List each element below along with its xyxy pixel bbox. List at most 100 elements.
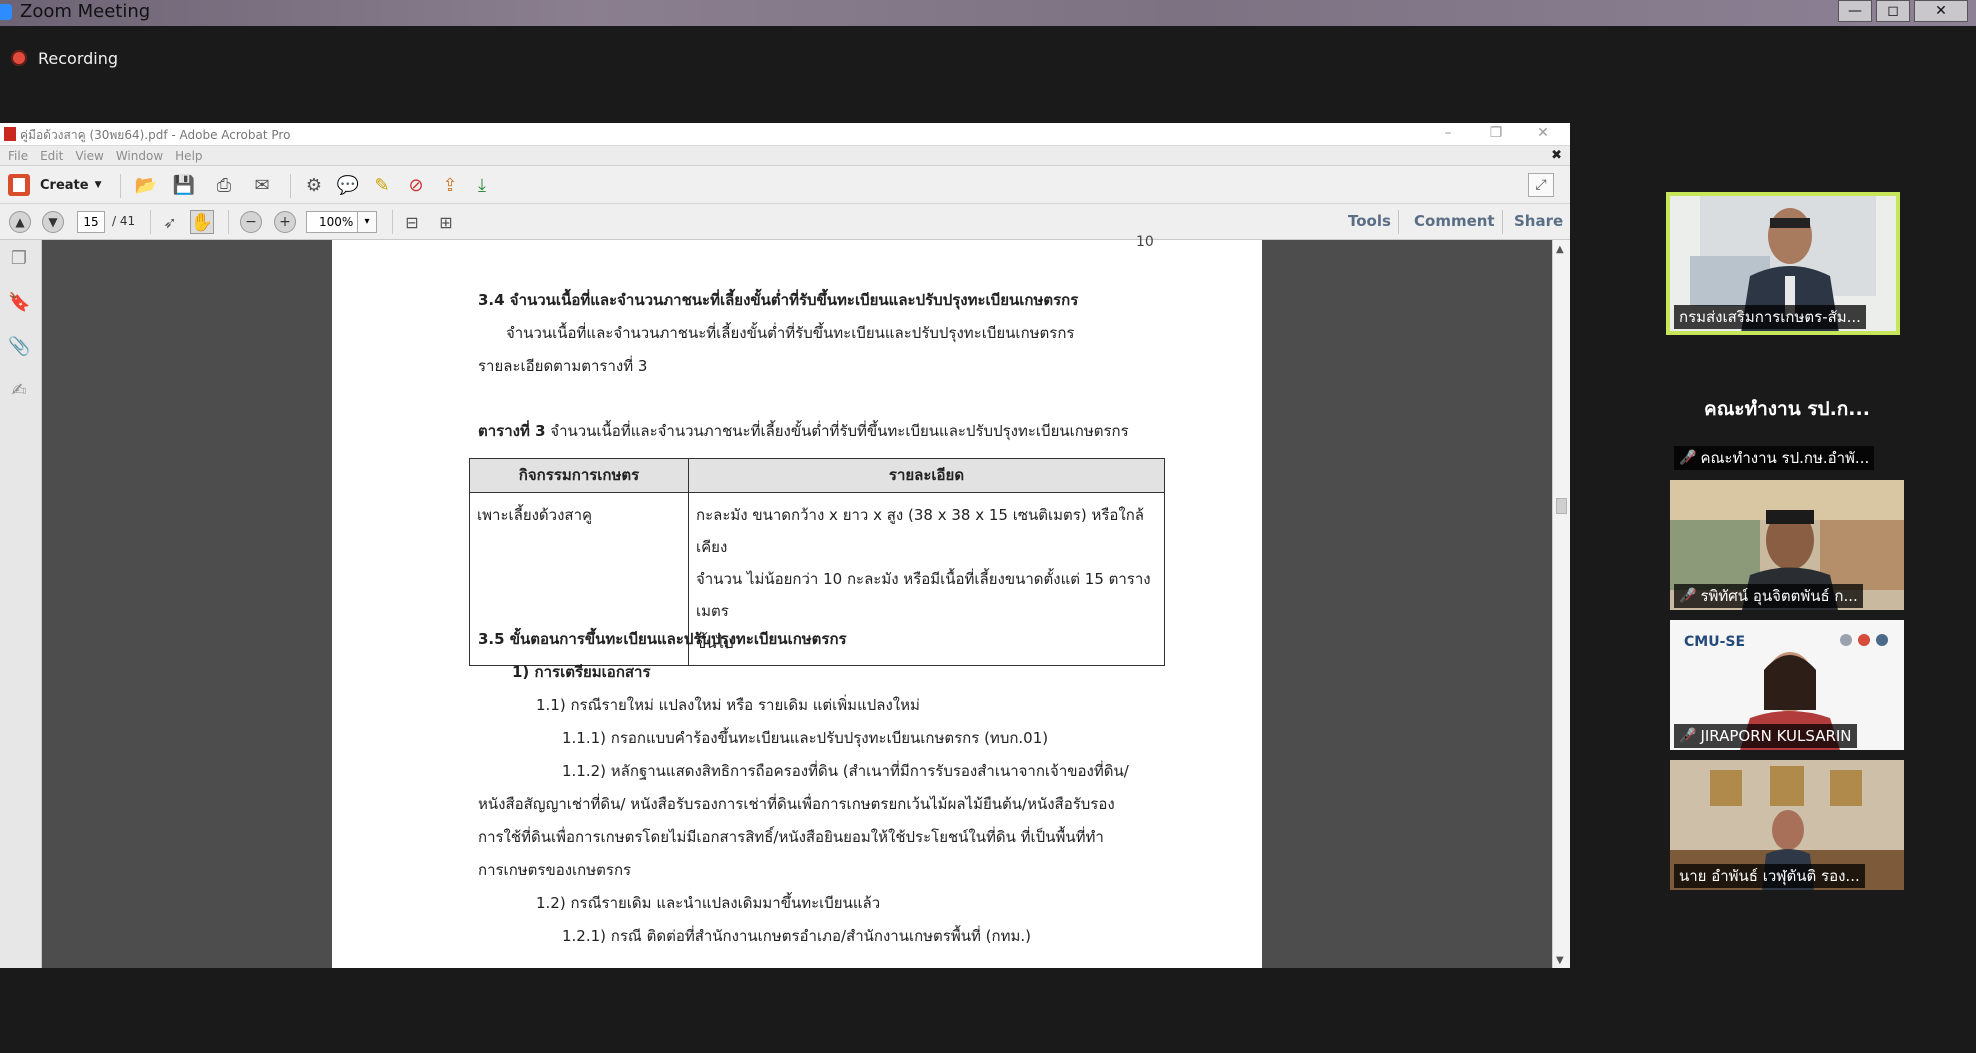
page-number-input[interactable]: 15 (77, 211, 105, 233)
table-caption-label: ตารางที่ 3 (478, 422, 546, 440)
comment-icon[interactable]: 💬 (336, 173, 360, 197)
paragraph-line: หนังสือสัญญาเช่าที่ดิน/ หนังสือรับรองการ… (478, 795, 1115, 813)
participant-name: กรมส่งเสริมการเกษตร-สัม... (1674, 305, 1866, 329)
step-1-2: 1.2) กรณีรายเดิม และนำแปลงเดิมมาขึ้นทะเบ… (536, 894, 881, 912)
tab-tools[interactable]: Tools (1348, 212, 1391, 230)
menu-file[interactable]: File (8, 146, 28, 165)
navigation-pane: ❐ 🔖 📎 ✍ (0, 240, 42, 968)
acrobat-close-button[interactable]: ✕ (1533, 125, 1553, 141)
section-heading-3-5: 3.5 ขั้นตอนการขึ้นทะเบียนและปรับปรุงทะเบ… (478, 630, 847, 648)
attachments-icon[interactable]: 📎 (8, 336, 30, 358)
save-icon[interactable]: 💾 (172, 173, 196, 197)
table-caption-text: จำนวนเนื้อที่และจำนวนภาชนะที่เลี้ยงขั้นต… (545, 422, 1129, 440)
page-thumbnails-icon[interactable]: ❐ (8, 248, 30, 270)
table-header-row: กิจกรรมการเกษตร รายละเอียด (469, 458, 1165, 493)
acrobat-restore-button[interactable]: ❐ (1486, 125, 1506, 141)
document-viewport: ❐ 🔖 📎 ✍ 10 3.4 จำนวนเนื้อที่และจำนวนภาชน… (0, 234, 1570, 968)
paragraph-line: รายละเอียดตามตารางที่ 3 (478, 357, 648, 375)
pdf-page: 10 3.4 จำนวนเนื้อที่และจำนวนภาชนะที่เลี้… (332, 234, 1262, 968)
tab-share[interactable]: Share (1514, 212, 1563, 230)
print-icon[interactable]: ⎙ (212, 173, 236, 197)
acrobat-title-bar: คู่มือด้วงสาคู (30พย64).pdf - Adobe Acro… (0, 123, 1570, 146)
settings-icon[interactable]: ⚙ (302, 173, 326, 197)
email-icon[interactable]: ✉ (250, 173, 274, 197)
participant-name: 🎤̸ รพิทัศน์ อุนจิตตพันธ์ ก... (1674, 584, 1863, 608)
step-1-1-1: 1.1.1) กรอกแบบคำร้องขึ้นทะเบียนและปรับปร… (562, 729, 1049, 747)
pdf-file-icon (4, 127, 16, 141)
signatures-icon[interactable]: ✍ (8, 380, 30, 402)
scroll-up-icon[interactable]: ▲ (1556, 244, 1564, 255)
select-cursor-icon[interactable]: ➶ (158, 210, 182, 234)
menu-view[interactable]: View (75, 146, 103, 165)
recording-label: Recording (38, 48, 119, 68)
zoom-title-bar: Zoom Meeting — ◻ ✕ (0, 0, 1976, 26)
page-total-label: / 41 (112, 214, 136, 228)
zoom-window-title: Zoom Meeting (20, 1, 151, 22)
redact-icon[interactable]: ⊘ (404, 173, 428, 197)
zoom-dropdown-icon[interactable]: ▾ (357, 211, 377, 233)
create-label: Create (40, 177, 89, 193)
vertical-scrollbar[interactable]: ▲ ▼ (1552, 240, 1570, 968)
export-icon[interactable]: ⇪ (438, 173, 462, 197)
close-document-icon[interactable]: ✖ (1551, 148, 1562, 163)
create-button[interactable]: Create ▼ (8, 173, 102, 197)
page-number: 10 (1136, 234, 1154, 250)
paragraph-line: จำนวนเนื้อที่และจำนวนภาชนะที่เลี้ยงขั้นต… (506, 324, 1075, 342)
hand-tool-icon[interactable]: ✋ (190, 210, 214, 234)
zoom-logo-icon (0, 4, 12, 20)
recording-indicator[interactable]: Recording (11, 47, 118, 69)
toolbar-divider (392, 210, 393, 234)
fit-width-icon[interactable]: ⊞ (434, 210, 458, 234)
zoom-out-button[interactable]: − (240, 211, 262, 233)
mic-muted-icon: 🎤̸ (1679, 588, 1697, 604)
zoom-close-button[interactable]: ✕ (1914, 0, 1968, 22)
menu-edit[interactable]: Edit (40, 146, 63, 165)
fit-page-icon[interactable]: ⊟ (400, 210, 424, 234)
step-1-1-2: 1.1.2) หลักฐานแสดงสิทธิการถือครองที่ดิน … (562, 762, 1129, 780)
participant-tile-active-speaker[interactable]: กรมส่งเสริมการเกษตร-สัม... (1666, 192, 1900, 335)
scroll-down-icon[interactable]: ▼ (1556, 955, 1564, 966)
participant-name: นาย อำพันธ์ เวฬุตันติ รอง... (1674, 864, 1865, 888)
bookmarks-icon[interactable]: 🔖 (8, 292, 30, 314)
menu-window[interactable]: Window (116, 146, 163, 165)
step-1: 1) การเตรียมเอกสาร (512, 663, 651, 681)
section-heading-3-4: 3.4 จำนวนเนื้อที่และจำนวนภาชนะที่เลี้ยงข… (478, 291, 1079, 309)
sign-icon[interactable]: ✎ (370, 173, 394, 197)
acrobat-menu-bar: File Edit View Window Help ✖ (0, 146, 1570, 166)
tab-comment[interactable]: Comment (1414, 212, 1495, 230)
toolbar-divider (120, 174, 121, 198)
previous-page-button[interactable]: ▲ (9, 211, 31, 233)
mic-muted-icon: 🎤̸ (1679, 450, 1697, 466)
mic-muted-icon: 🎤̸ (1679, 728, 1697, 744)
cmu-se-logo: CMU-SE (1684, 634, 1746, 650)
zoom-in-button[interactable]: + (274, 211, 296, 233)
chevron-down-icon: ▼ (94, 180, 102, 190)
fullscreen-button[interactable]: ⤢ (1528, 173, 1554, 197)
zoom-level-input[interactable]: 100% (306, 211, 358, 233)
next-page-button[interactable]: ▼ (42, 211, 64, 233)
table-header-detail: รายละเอียด (688, 458, 1165, 493)
participant-tile[interactable]: CMU-SE 🎤̸ JIRAPORN KULSARIN (1670, 620, 1904, 750)
acrobat-window-title: คู่มือด้วงสาคู (30พย64).pdf - Adobe Acro… (20, 128, 291, 142)
acrobat-main-toolbar: Create ▼ 📂 💾 ⎙ ✉ ⚙ 💬 ✎ ⊘ ⇪ ⤓ ⤢ (0, 166, 1570, 204)
step-1-1: 1.1) กรณีรายใหม่ แปลงใหม่ หรือ รายเดิม แ… (536, 696, 920, 714)
participant-tile[interactable]: คณะทำงาน รป.ก... 🎤̸ คณะทำงาน รป.กษ.อำพั..… (1670, 342, 1904, 472)
participant-tile[interactable]: 🎤̸ รพิทัศน์ อุนจิตตพันธ์ ก... (1670, 480, 1904, 610)
recording-dot-icon (11, 50, 27, 66)
scroll-thumb[interactable] (1556, 498, 1567, 514)
tab-divider (1398, 210, 1399, 234)
zoom-minimize-button[interactable]: — (1838, 0, 1872, 22)
open-folder-icon[interactable]: 📂 (134, 173, 158, 197)
toolbar-divider (228, 210, 229, 234)
participant-name-banner: คณะทำงาน รป.ก... (1704, 398, 1870, 420)
paragraph-line: การเกษตรของเกษตรกร (478, 861, 632, 879)
menu-help[interactable]: Help (175, 146, 202, 165)
table-caption: ตารางที่ 3 จำนวนเนื้อที่และจำนวนภาชนะที่… (478, 421, 1129, 441)
zoom-maximize-button[interactable]: ◻ (1876, 0, 1910, 22)
participant-tile[interactable]: นาย อำพันธ์ เวฬุตันติ รอง... (1670, 760, 1904, 890)
tab-divider (1502, 210, 1503, 234)
acrobat-nav-toolbar: ▲ ▼ 15 / 41 ➶ ✋ − + 100% ▾ ⊟ ⊞ Tools Com… (0, 204, 1570, 240)
combine-icon[interactable]: ⤓ (470, 173, 494, 197)
acrobat-minimize-button[interactable]: – (1438, 125, 1458, 141)
detail-line: กะละมัง ขนาดกว้าง x ยาว x สูง (38 x 38 x… (696, 506, 1144, 556)
